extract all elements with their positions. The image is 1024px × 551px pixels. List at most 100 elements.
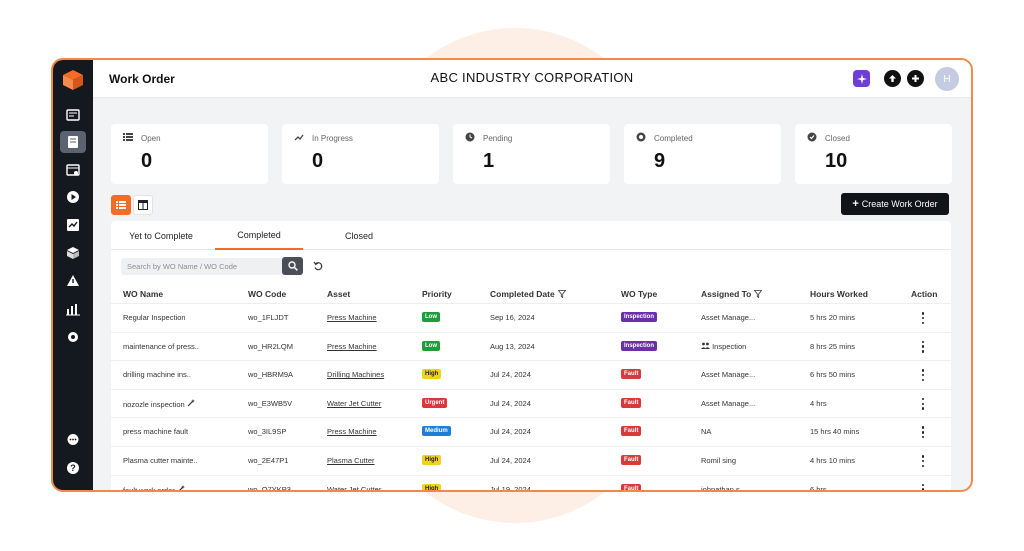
stat-value: 0 <box>312 150 324 172</box>
sidebar-item-work-order[interactable] <box>60 131 86 153</box>
check-circle-icon <box>807 132 817 142</box>
filter-icon[interactable] <box>754 290 763 298</box>
table-row[interactable]: fault work order wo_Q7YKP3 Water Jet Cutt… <box>111 474 951 492</box>
work-order-icon <box>68 136 78 148</box>
table-row[interactable]: press machine fault wo_3IL9SP Press Machin… <box>111 417 951 446</box>
hours-worked: 4 hrs 10 mins <box>810 456 856 465</box>
hours-worked: 6 hrs <box>810 484 827 492</box>
app-window: ? Work Order ABC INDUSTRY CORPORATION H … <box>51 58 973 492</box>
column-header[interactable]: Completed Date <box>490 289 566 299</box>
search-input[interactable] <box>121 258 284 275</box>
sidebar-item-report[interactable] <box>60 214 86 236</box>
asset-link[interactable]: Water Jet Cutter <box>327 399 381 408</box>
column-header: WO Type <box>621 289 657 299</box>
assigned-to: Asset Manage... <box>701 370 755 379</box>
stat-card-pending[interactable]: Pending 1 <box>453 124 610 184</box>
stat-label: In Progress <box>312 134 353 143</box>
wo-name[interactable]: Plasma cutter mainte.. <box>123 456 198 465</box>
assigned-to: Asset Manage... <box>701 313 755 322</box>
tab-completed[interactable]: Completed <box>215 221 303 250</box>
sidebar-item-analytics[interactable] <box>60 298 86 320</box>
wo-name[interactable]: Regular Inspection <box>123 313 186 322</box>
stat-card-completed[interactable]: Completed 9 <box>624 124 781 184</box>
table-row[interactable]: Plasma cutter mainte.. wo_2E47P1 Plasma Cu… <box>111 446 951 475</box>
column-header[interactable]: Assigned To <box>701 289 763 299</box>
stat-card-closed[interactable]: Closed 10 <box>795 124 952 184</box>
assigned-to: johnathan s... <box>701 485 746 490</box>
sidebar-item-chat[interactable] <box>60 429 86 451</box>
tab-yet-to-complete[interactable]: Yet to Complete <box>119 221 203 250</box>
more-actions-icon[interactable] <box>921 483 925 490</box>
asset-link[interactable]: Press Machine <box>327 313 377 322</box>
view-toggle <box>111 195 153 215</box>
column-header: WO Code <box>248 289 286 299</box>
search-button[interactable] <box>282 257 303 275</box>
wo-name[interactable]: fault work order <box>123 484 185 492</box>
sidebar-item-play[interactable] <box>60 186 86 208</box>
wo-name[interactable]: drilling machine ins.. <box>123 370 191 379</box>
sidebar-item-alert[interactable] <box>60 270 86 292</box>
stat-value: 9 <box>654 150 666 172</box>
wo-code: wo_E3WB5V <box>248 398 293 408</box>
wo-name-text: maintenance of press.. <box>123 341 199 351</box>
more-actions-icon[interactable] <box>921 312 925 324</box>
more-actions-icon[interactable] <box>921 455 925 467</box>
asset-link[interactable]: Water Jet Cutter <box>327 485 381 490</box>
more-actions-icon[interactable] <box>921 340 925 353</box>
board-view-button[interactable] <box>133 195 153 215</box>
hours-worked: 8 hrs 25 mins <box>810 341 856 351</box>
wo-name-text: press machine fault <box>123 427 189 437</box>
wo-name[interactable]: nozozle inspection <box>123 398 195 409</box>
sidebar-item-help[interactable]: ? <box>60 457 86 479</box>
add-button[interactable] <box>907 70 924 87</box>
column-header-label: Assigned To <box>701 289 752 299</box>
more-actions-icon[interactable] <box>921 369 925 382</box>
wo-name-text: fault work order <box>123 485 175 492</box>
ai-assistant-button[interactable] <box>853 70 870 87</box>
column-header-label: Hours Worked <box>810 289 868 299</box>
upload-button[interactable] <box>884 70 901 87</box>
asset-link[interactable]: Plasma Cutter <box>327 456 375 465</box>
sidebar: ? <box>53 60 93 490</box>
create-work-order-button[interactable]: + Create Work Order <box>841 193 949 215</box>
wo-code: wo_HR2LQM <box>248 341 294 351</box>
table-row[interactable]: maintenance of press.. wo_HR2LQM Press Mac… <box>111 331 951 361</box>
table-row[interactable]: nozozle inspection wo_E3WB5V Water Jet Cu… <box>111 388 951 418</box>
sidebar-item-settings[interactable] <box>60 326 86 348</box>
sidebar-item-inventory[interactable] <box>60 242 86 264</box>
settings-icon <box>68 332 78 342</box>
sidebar-item-calendar[interactable] <box>60 159 86 181</box>
logo-icon <box>63 70 83 90</box>
stat-label: Closed <box>825 134 850 143</box>
stat-card-open[interactable]: Open 0 <box>111 124 268 184</box>
inventory-icon <box>67 247 79 259</box>
tab-closed[interactable]: Closed <box>311 221 407 250</box>
sidebar-item-dashboard[interactable] <box>60 104 86 126</box>
asset-link[interactable]: Press Machine <box>327 427 377 436</box>
asset-link[interactable]: Drilling Machines <box>327 370 384 379</box>
analytics-icon <box>66 304 80 316</box>
wo-name[interactable]: maintenance of press.. <box>123 342 199 351</box>
more-actions-icon[interactable] <box>921 397 925 410</box>
work-order-panel: Yet to Complete Completed Closed WO Name WO… <box>111 221 951 492</box>
list-view-button[interactable] <box>111 195 131 215</box>
stats-cards: Open 0 In Progress 0 Pending 1 Completed 9 Close… <box>111 124 952 184</box>
table-row[interactable]: Regular Inspection wo_1FLJDT Press Machine… <box>111 303 951 332</box>
column-header: Priority <box>422 289 452 299</box>
reset-button[interactable] <box>311 259 325 273</box>
help-icon: ? <box>67 462 79 474</box>
asset-link[interactable]: Press Machine <box>327 342 377 351</box>
completed-date: Sep 16, 2024 <box>490 313 535 322</box>
wo-name[interactable]: press machine fault <box>123 427 188 436</box>
wo-code: wo_2E47P1 <box>248 456 289 465</box>
assigned-to-text: Inspection <box>712 341 747 351</box>
magic-wand-icon <box>187 398 195 407</box>
plus-icon: + <box>852 198 859 210</box>
stat-card-in-progress[interactable]: In Progress 0 <box>282 124 439 184</box>
table-row[interactable]: drilling machine ins.. wo_HBRM9A Drilling … <box>111 360 951 389</box>
avatar[interactable]: H <box>935 67 959 91</box>
priority-badge: Low <box>422 340 440 351</box>
trend-icon <box>294 134 304 141</box>
filter-icon[interactable] <box>557 290 566 298</box>
more-actions-icon[interactable] <box>921 426 925 439</box>
